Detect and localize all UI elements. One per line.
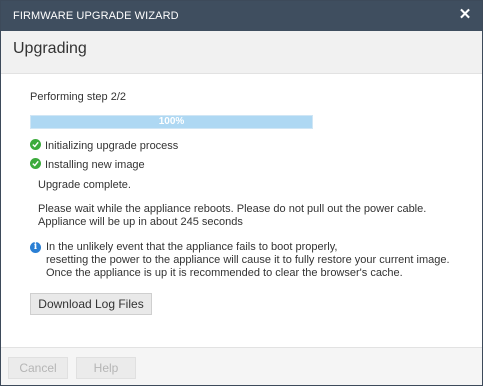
step-item-installing: Installing new image [30, 158, 145, 172]
download-log-files-button[interactable]: Download Log Files [30, 293, 152, 315]
check-circle-icon [30, 158, 41, 169]
progress-label: 100% [158, 116, 185, 127]
help-button[interactable]: Help [76, 357, 136, 379]
dialog-footer: Cancel Help [1, 347, 482, 385]
info-icon: i [30, 242, 41, 253]
reboot-countdown: Appliance will be up in about 245 second… [38, 216, 243, 228]
page-title: Upgrading [13, 40, 87, 57]
firmware-upgrade-dialog: FIRMWARE UPGRADE WIZARD ✕ Upgrading Perf… [0, 0, 483, 386]
reboot-message: Please wait while the appliance reboots.… [38, 203, 458, 229]
check-circle-icon [30, 139, 41, 150]
step-item-initializing: Initializing upgrade process [30, 139, 178, 153]
reboot-message-line: Please wait while the appliance reboots.… [38, 203, 427, 215]
complete-message: Upgrade complete. [38, 179, 131, 191]
step-indicator: Performing step 2/2 [30, 91, 126, 103]
wizard-header: Upgrading [1, 31, 482, 74]
wizard-body: Performing step 2/2 100% Initializing up… [1, 74, 482, 347]
info-line: Once the appliance is up it is recommend… [46, 267, 403, 279]
dialog-title: FIRMWARE UPGRADE WIZARD [13, 10, 179, 22]
close-icon[interactable]: ✕ [456, 6, 474, 24]
info-line: In the unlikely event that the appliance… [46, 241, 338, 253]
title-bar: FIRMWARE UPGRADE WIZARD ✕ [1, 1, 482, 31]
step-label: Initializing upgrade process [45, 140, 179, 152]
cancel-button[interactable]: Cancel [8, 357, 68, 379]
progress-bar: 100% [30, 115, 313, 129]
step-label: Installing new image [45, 159, 145, 171]
info-line: resetting the power to the appliance wil… [46, 254, 450, 266]
